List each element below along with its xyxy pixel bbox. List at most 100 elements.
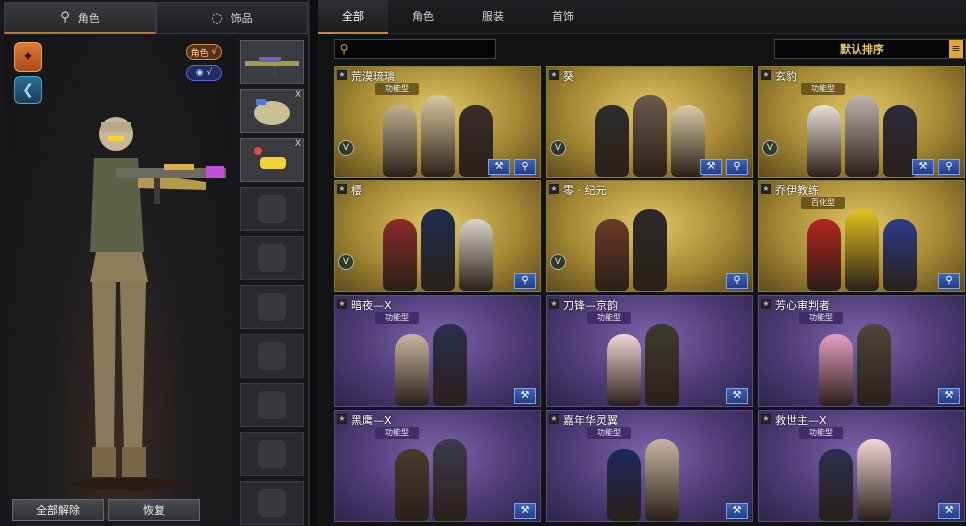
wrench-button[interactable]: ⚒ xyxy=(912,159,934,175)
character-portrait xyxy=(459,219,493,291)
slot-gloves[interactable] xyxy=(240,334,304,378)
character-portrait xyxy=(819,449,853,521)
favorite-star-icon[interactable]: ★ xyxy=(761,184,771,194)
character-card[interactable]: ★ 黑鹰—X 功能型 ⚒ xyxy=(334,410,541,522)
search-button[interactable]: ⚲ xyxy=(514,273,536,289)
card-name: 暗夜—X xyxy=(351,299,392,312)
character-card[interactable]: ★ 荒漠琉璃 功能型 V ⚒ ⚲ xyxy=(334,66,541,178)
tab-clothing[interactable]: 服装 xyxy=(458,0,528,34)
search-input[interactable] xyxy=(353,43,495,55)
card-name: 零 · 纪元 xyxy=(563,184,607,197)
character-card[interactable]: ★ 刀锋—京韵 功能型 ⚒ xyxy=(546,295,753,407)
character-card[interactable]: ★ 乔伊教练 百化型 ⚲ xyxy=(758,180,965,292)
character-portraits xyxy=(395,427,467,521)
character-portrait xyxy=(607,449,641,521)
character-card[interactable]: ★ 嘉年华灵翼 功能型 ⚒ xyxy=(546,410,753,522)
card-name: 嘉年华灵翼 xyxy=(563,414,618,427)
character-preview[interactable]: ✦ ❮ 角色 √ ◉ √ xyxy=(4,36,236,520)
wrench-button[interactable]: ⚒ xyxy=(514,388,536,404)
restore-button[interactable]: 恢复 xyxy=(108,499,200,521)
tab-accessory[interactable]: ◌ 饰品 xyxy=(156,2,308,34)
character-portrait xyxy=(857,439,891,521)
eagle-badge-icon[interactable]: ✦ xyxy=(14,42,42,72)
search-button[interactable]: ⚲ xyxy=(726,273,748,289)
remove-headgear-icon[interactable]: X xyxy=(295,90,301,100)
tab-jewelry[interactable]: 首饰 xyxy=(528,0,598,34)
character-card[interactable]: ★ 芳心审判者 功能型 ⚒ xyxy=(758,295,965,407)
character-card[interactable]: ★ 救世主—X 功能型 ⚒ xyxy=(758,410,965,522)
toggle-character[interactable]: 角色 √ xyxy=(186,44,222,60)
ring-icon: ◌ xyxy=(211,10,223,26)
gloves-icon xyxy=(258,342,286,370)
character-portraits xyxy=(807,83,917,177)
favorite-star-icon[interactable]: ★ xyxy=(549,70,559,80)
slot-spray[interactable] xyxy=(240,432,304,476)
character-card[interactable]: ★ 零 · 纪元 V ⚲ xyxy=(546,180,753,292)
search-box[interactable]: ⚲ xyxy=(334,39,496,59)
favorite-star-icon[interactable]: ★ xyxy=(761,70,771,80)
slot-pet[interactable] xyxy=(240,383,304,427)
favorite-star-icon[interactable]: ★ xyxy=(337,70,347,80)
card-name: 葵 xyxy=(563,70,574,83)
wrench-button[interactable]: ⚒ xyxy=(726,503,748,519)
clear-all-button[interactable]: 全部解除 xyxy=(12,499,104,521)
wrench-button[interactable]: ⚒ xyxy=(726,388,748,404)
wrench-button[interactable]: ⚒ xyxy=(488,159,510,175)
v-badge-icon: V xyxy=(550,254,566,270)
favorite-star-icon[interactable]: ★ xyxy=(761,414,771,424)
character-portrait xyxy=(383,105,417,177)
card-name: 玄豹 xyxy=(775,70,797,83)
remove-glasses-icon[interactable]: X xyxy=(295,139,301,149)
search-button[interactable]: ⚲ xyxy=(938,273,960,289)
search-button[interactable]: ⚲ xyxy=(938,159,960,175)
tab-role[interactable]: 角色 xyxy=(388,0,458,34)
wrench-button[interactable]: ⚒ xyxy=(938,388,960,404)
favorite-star-icon[interactable]: ★ xyxy=(549,184,559,194)
left-tabs: ⚲ 角色 ◌ 饰品 xyxy=(4,2,308,34)
favorite-star-icon[interactable]: ★ xyxy=(337,184,347,194)
sort-label: 默认排序 xyxy=(840,43,884,56)
wings-badge-icon[interactable]: ❮ xyxy=(14,76,42,104)
v-badge-icon: V xyxy=(338,254,354,270)
wrench-button[interactable]: ⚒ xyxy=(938,503,960,519)
favorite-star-icon[interactable]: ★ xyxy=(337,299,347,309)
slot-emblem[interactable] xyxy=(240,481,304,525)
favorite-star-icon[interactable]: ★ xyxy=(761,299,771,309)
favorite-star-icon[interactable]: ★ xyxy=(549,414,559,424)
helmet-icon xyxy=(254,99,290,125)
character-portrait xyxy=(883,219,917,291)
character-portrait xyxy=(645,324,679,406)
toggle-view[interactable]: ◉ √ xyxy=(186,65,222,81)
favorite-star-icon[interactable]: ★ xyxy=(337,414,347,424)
slot-vest[interactable] xyxy=(240,285,304,329)
card-name: 乔伊教练 xyxy=(775,184,819,197)
search-button[interactable]: ⚲ xyxy=(726,159,748,175)
character-card[interactable]: ★ 葵 V ⚒ ⚲ xyxy=(546,66,753,178)
character-card[interactable]: ★ 玄豹 功能型 V ⚒ ⚲ xyxy=(758,66,965,178)
slot-headgear[interactable]: X xyxy=(240,89,304,133)
search-button[interactable]: ⚲ xyxy=(514,159,536,175)
wrench-button[interactable]: ⚒ xyxy=(700,159,722,175)
character-portrait xyxy=(633,209,667,291)
character-portrait xyxy=(845,209,879,291)
character-card[interactable]: ★ 樱 V ⚲ xyxy=(334,180,541,292)
spray-icon xyxy=(258,440,286,468)
slot-walkie[interactable] xyxy=(240,187,304,231)
wrench-button[interactable]: ⚒ xyxy=(514,503,536,519)
slot-backpack[interactable] xyxy=(240,236,304,280)
tab-character-label: 角色 xyxy=(77,11,100,25)
slot-weapon[interactable] xyxy=(240,40,304,84)
character-portrait xyxy=(819,334,853,406)
sort-dropdown[interactable]: 默认排序 ≡ xyxy=(774,39,966,59)
favorite-star-icon[interactable]: ★ xyxy=(549,299,559,309)
character-portrait xyxy=(807,105,841,177)
slot-glasses[interactable]: X xyxy=(240,138,304,182)
character-portraits xyxy=(819,312,891,406)
card-name: 樱 xyxy=(351,184,362,197)
character-card[interactable]: ★ 暗夜—X 功能型 ⚒ xyxy=(334,295,541,407)
menu-icon[interactable]: ≡ xyxy=(949,40,963,58)
tab-character[interactable]: ⚲ 角色 xyxy=(4,2,156,34)
character-icon: ⚲ xyxy=(60,10,70,25)
search-icon: ⚲ xyxy=(339,42,349,56)
tab-all[interactable]: 全部 xyxy=(318,0,388,34)
